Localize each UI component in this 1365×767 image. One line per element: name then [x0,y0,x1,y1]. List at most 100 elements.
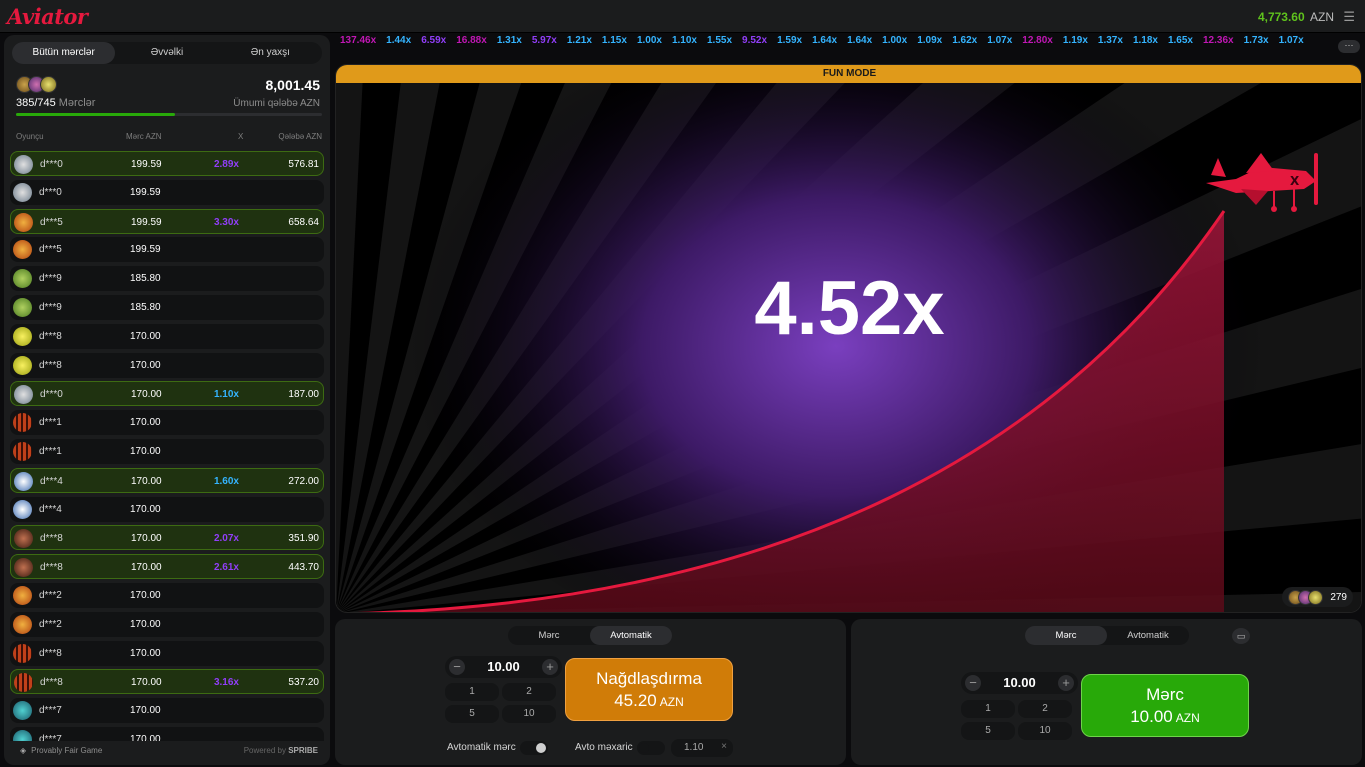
table-row: d***8 170.00 [10,352,324,378]
bet-value: 170.00 [130,589,161,601]
plus-button[interactable]: + [542,659,558,675]
bet-value: 170.00 [130,705,161,717]
player-name: d***7 [39,705,62,717]
history-multiplier[interactable]: 1.00x [882,35,907,46]
auto-cashout-label: Avto məxaric [575,742,633,753]
tab-top[interactable]: Ən yaxşı [219,42,322,64]
avatar [13,729,32,741]
bet-count-value: 385/745 [16,97,56,109]
bets-list[interactable]: d***0 199.59 2.89x 576.81 d***0 199.59 d***5 19… [10,151,324,741]
plus-button[interactable]: + [1058,675,1074,691]
history-multiplier[interactable]: 1.64x [847,35,872,46]
tab-bet[interactable]: Mərc [1025,626,1107,645]
players-count: 279 [1330,591,1347,603]
bets-progress-bar [16,113,322,116]
column-headers: Oyunçu Mərc AZN X Qələbə AZN [16,132,322,144]
table-row: d***8 170.00 2.61x 443.70 [10,554,324,580]
history-multiplier[interactable]: 1.19x [1063,35,1088,46]
history-multiplier[interactable]: 1.55x [707,35,732,46]
history-multiplier[interactable]: 1.73x [1244,35,1269,46]
quick-amount-2[interactable]: 2 [1018,700,1072,718]
col-bet: Mərc AZN [126,132,162,141]
auto-bet-toggle[interactable] [520,741,548,755]
bet-value: 10.00 [1130,707,1173,726]
avatar [14,529,33,549]
history-multiplier[interactable]: 5.97x [532,35,557,46]
history-multiplier[interactable]: 16.88x [456,35,487,46]
bet-currency: AZN [1175,711,1200,725]
tab-bet[interactable]: Mərc [508,626,590,645]
spribe-logo: SPRIBE [288,746,318,755]
bet-amount-stepper: − 10.00 + [445,656,562,678]
clear-icon[interactable]: × [721,741,727,752]
history-multiplier[interactable]: 1.37x [1098,35,1123,46]
auto-cashout-field[interactable]: 1.10 × [671,739,733,757]
history-multiplier[interactable]: 12.80x [1022,35,1053,46]
history-multiplier[interactable]: 1.62x [952,35,977,46]
table-row: d***4 170.00 1.60x 272.00 [10,467,324,493]
aviator-logo[interactable]: Aviator [7,4,88,29]
win-value: 537.20 [288,677,319,689]
tab-auto[interactable]: Avtomatik [590,626,672,645]
history-multiplier[interactable]: 1.31x [497,35,522,46]
table-row: d***0 170.00 1.10x 187.00 [10,381,324,407]
quick-amount-2[interactable]: 2 [502,683,556,701]
history-multiplier[interactable]: 1.15x [602,35,627,46]
player-name: d***5 [40,216,63,228]
history-multiplier[interactable]: 9.52x [742,35,767,46]
avatar [13,441,32,461]
history-multiplier[interactable]: 1.65x [1168,35,1193,46]
quick-amount-1[interactable]: 1 [961,700,1015,718]
cashout-button[interactable]: Nağdlaşdırma 45.20 AZN [565,658,733,721]
multiplier-value: 1.60x [213,475,239,487]
menu-icon[interactable]: ☰ [1343,9,1355,25]
history-multiplier[interactable]: 1.64x [812,35,837,46]
bet-value: 199.59 [131,159,162,170]
quick-amount-5[interactable]: 5 [445,705,499,723]
avatar [13,297,32,317]
player-name: d***9 [39,273,62,285]
table-row: d***8 170.00 [10,323,324,349]
bet-button[interactable]: Mərc 10.00 AZN [1081,674,1249,737]
col-player: Oyunçu [16,132,44,141]
quick-amount-10[interactable]: 10 [502,705,556,723]
history-multiplier[interactable]: 6.59x [421,35,446,46]
history-multiplier[interactable]: 1.09x [917,35,942,46]
auto-cashout-toggle[interactable] [637,741,665,755]
avatar [14,155,33,174]
history-multiplier[interactable]: 137.46x [340,35,376,46]
history-multiplier[interactable]: 1.07x [987,35,1012,46]
history-multiplier[interactable]: 12.36x [1203,35,1234,46]
history-multiplier[interactable]: 1.44x [386,35,411,46]
history-multiplier[interactable]: 1.18x [1133,35,1158,46]
history-multiplier[interactable]: 1.59x [777,35,802,46]
remove-panel-icon[interactable]: ▭ [1232,628,1250,644]
tab-auto[interactable]: Avtomatik [1107,626,1189,645]
cashout-value: 45.20 [614,691,657,710]
player-name: d***2 [39,618,62,630]
cashout-amount: 45.20 AZN [566,691,732,711]
cashout-currency: AZN [659,695,684,709]
quick-amount-1[interactable]: 1 [445,683,499,701]
quick-amount-10[interactable]: 10 [1018,722,1072,740]
tab-previous[interactable]: Əvvəlki [115,42,218,64]
history-more-button[interactable]: ··· [1338,40,1360,53]
bet-count: 385/745 Mərclər [16,97,95,109]
win-value: 443.70 [288,562,319,574]
history-multiplier[interactable]: 1.00x [637,35,662,46]
svg-text:X: X [1290,174,1300,188]
table-row: d***2 170.00 [10,582,324,608]
game-area: FUN MODE X 4.52x 279 [335,64,1362,613]
avatar [14,212,33,232]
history-multiplier[interactable]: 1.10x [672,35,697,46]
bet-value: 170.00 [130,359,161,371]
tab-all-bets[interactable]: Bütün mərclər [12,42,116,64]
win-value: 351.90 [288,533,319,545]
bet-value: 170.00 [131,533,162,545]
quick-amount-5[interactable]: 5 [961,722,1015,740]
history-multiplier[interactable]: 1.21x [567,35,592,46]
multiplier-value: 1.10x [213,389,239,401]
provably-fair[interactable]: ◈ Provably Fair Game [20,746,102,755]
history-multiplier[interactable]: 1.07x [1279,35,1304,46]
total-win: 8,001.45 [265,77,321,93]
